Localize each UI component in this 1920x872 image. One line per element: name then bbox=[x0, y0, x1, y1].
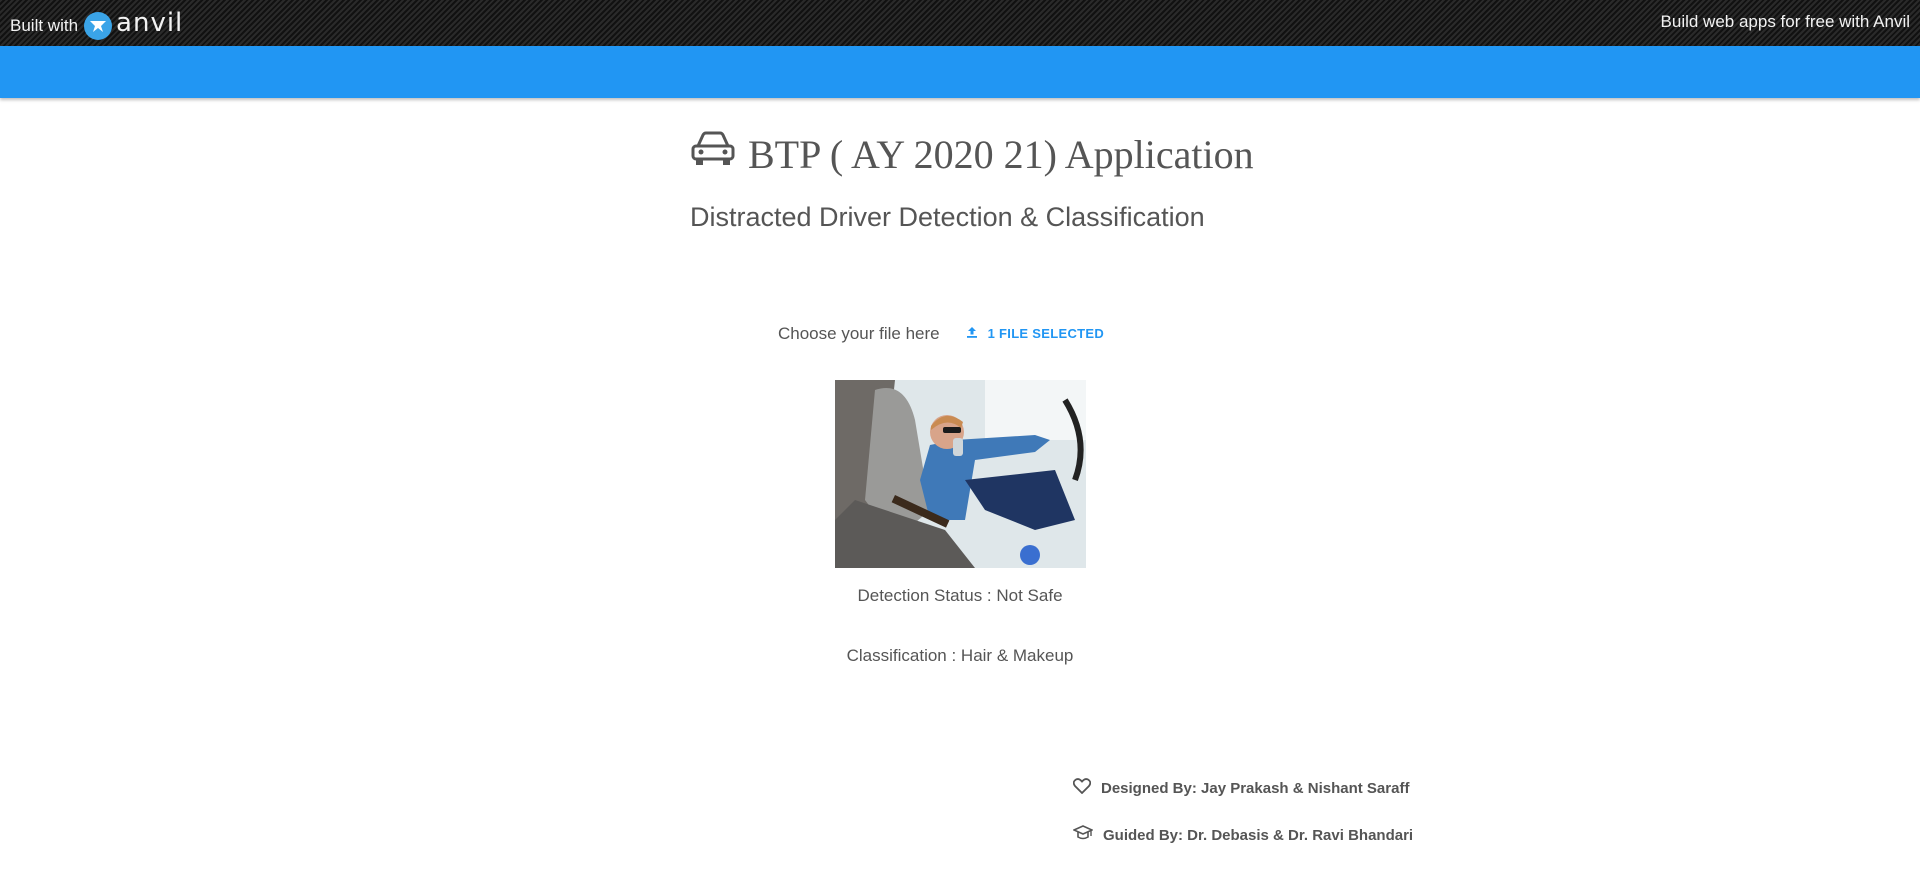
built-with-label: Built with bbox=[10, 16, 79, 35]
page-subtitle: Distracted Driver Detection & Classifica… bbox=[690, 202, 1205, 232]
upload-icon bbox=[966, 326, 978, 341]
anvil-logo: anvil bbox=[84, 8, 183, 40]
file-loader-label: 1 FILE SELECTED bbox=[987, 326, 1105, 341]
heart-icon bbox=[1072, 778, 1092, 798]
file-upload-row: Choose your file here 1 FILE SELECTED bbox=[778, 318, 1118, 349]
car-icon bbox=[690, 130, 736, 178]
title-text: BTP ( AY 2020 21) Application bbox=[748, 131, 1254, 177]
detection-status: Detection Status : Not Safe bbox=[857, 586, 1063, 605]
built-with-anvil-link[interactable]: Built with anvil bbox=[10, 8, 183, 40]
designed-by-credit: Designed By: Jay Prakash & Nishant Saraf… bbox=[1072, 778, 1410, 798]
classification-result: Classification : Hair & Makeup bbox=[846, 646, 1074, 665]
anvil-logo-icon bbox=[84, 12, 113, 40]
file-loader-button[interactable]: 1 FILE SELECTED bbox=[952, 318, 1118, 349]
anvil-banner: Built with anvil Build web apps for free… bbox=[0, 0, 1920, 46]
guided-by-credit: Guided By: Dr. Debasis & Dr. Ravi Bhanda… bbox=[1072, 825, 1414, 845]
anvil-logo-text: anvil bbox=[116, 8, 184, 38]
graduation-cap-icon bbox=[1072, 825, 1094, 845]
app-top-bar bbox=[0, 46, 1920, 98]
page-title: BTP ( AY 2020 21) Application bbox=[690, 130, 1254, 178]
guided-by-text: Guided By: Dr. Debasis & Dr. Ravi Bhanda… bbox=[1103, 826, 1414, 844]
designed-by-text: Designed By: Jay Prakash & Nishant Saraf… bbox=[1101, 779, 1410, 797]
file-upload-label: Choose your file here bbox=[778, 323, 940, 343]
anvil-promo-link[interactable]: Build web apps for free with Anvil bbox=[1661, 12, 1910, 32]
uploaded-driver-image bbox=[835, 380, 1086, 568]
